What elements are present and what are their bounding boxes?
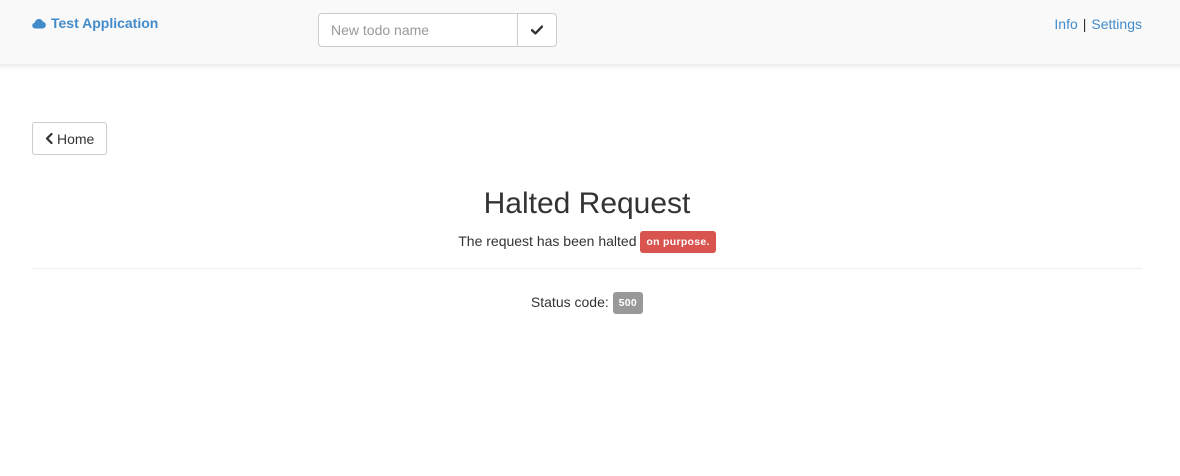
page-title: Halted Request — [483, 187, 691, 220]
new-todo-input[interactable] — [318, 13, 518, 47]
cloud-icon — [32, 18, 46, 29]
status-line: Status code: 500 — [0, 291, 1174, 315]
subtitle-text: The request has been halted — [458, 233, 637, 249]
brand-link[interactable]: Test Application — [32, 15, 158, 31]
nav-info-link[interactable]: Info — [1054, 16, 1077, 32]
brand-label: Test Application — [51, 15, 159, 31]
check-icon — [530, 23, 544, 38]
home-button[interactable]: Home — [32, 122, 108, 155]
divider — [32, 268, 1142, 269]
on-purpose-badge: on purpose. — [640, 231, 716, 254]
new-todo-form — [318, 13, 557, 47]
submit-todo-button[interactable] — [517, 13, 557, 47]
nav-settings-link[interactable]: Settings — [1091, 16, 1142, 32]
page-subtitle: The request has been halted on purpose. — [0, 230, 1174, 254]
nav-separator: | — [1082, 16, 1087, 32]
nav-links: Info | Settings — [1054, 16, 1142, 32]
status-code-badge: 500 — [612, 292, 644, 315]
home-button-label: Home — [57, 130, 95, 147]
navbar-shadow — [0, 64, 1180, 70]
top-navbar: Test Application Info | Settings — [0, 0, 1180, 64]
chevron-left-icon — [45, 133, 53, 144]
status-label: Status code: — [530, 294, 609, 310]
